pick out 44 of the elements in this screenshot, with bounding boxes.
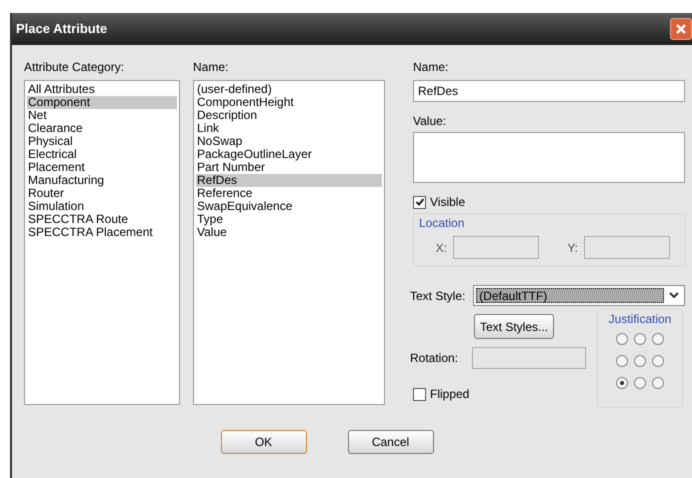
list-item[interactable]: Reference bbox=[196, 187, 382, 200]
dialog-button[interactable]: OK bbox=[220, 430, 306, 454]
list-item[interactable]: Placement bbox=[27, 161, 177, 174]
list-item[interactable]: Net bbox=[27, 109, 177, 122]
field-label: Rotation: bbox=[410, 350, 460, 367]
list-item[interactable]: Description bbox=[196, 109, 382, 122]
list-item[interactable]: Type bbox=[196, 213, 382, 226]
list-item[interactable]: Simulation bbox=[27, 200, 177, 213]
text-styles-button[interactable]: Text Styles... bbox=[474, 314, 554, 339]
field-label: Name: bbox=[413, 59, 450, 76]
list-item[interactable]: SwapEquivalence bbox=[196, 200, 382, 213]
list-label: Attribute Category: bbox=[24, 59, 126, 76]
list-item[interactable]: NoSwap bbox=[196, 135, 382, 148]
text-style-dropdown[interactable]: (DefaultTTF) bbox=[473, 285, 685, 306]
list-item[interactable]: Component bbox=[27, 96, 177, 109]
field-label: Value: bbox=[413, 113, 448, 130]
list-label: Name: bbox=[193, 59, 230, 76]
list-item[interactable]: (user-defined) bbox=[196, 83, 382, 96]
group-title: Justification bbox=[608, 311, 672, 328]
list-item[interactable]: PackageOutlineLayer bbox=[196, 148, 382, 161]
checkbox-label: Visible bbox=[430, 194, 466, 211]
list-item[interactable]: ComponentHeight bbox=[196, 96, 382, 109]
list-item[interactable]: Electrical bbox=[27, 148, 177, 161]
category-list[interactable]: All Attributes Component Net Clearance Physical Electrical Placement Manufacturing Router Simulation SPECCTRA Route SPECCTRA Placement bbox=[24, 80, 180, 405]
field-label: Y: bbox=[566, 240, 579, 256]
field-label: X: bbox=[434, 240, 448, 256]
name-field[interactable]: RefDes bbox=[413, 80, 685, 102]
window-title: Place Attribute bbox=[16, 20, 108, 38]
list-item[interactable]: SPECCTRA Route bbox=[27, 213, 177, 226]
list-item[interactable]: All Attributes bbox=[27, 83, 177, 96]
field-label: Text Style: bbox=[410, 288, 466, 304]
list-item[interactable]: RefDes bbox=[196, 174, 382, 187]
list-item[interactable]: Part Number bbox=[196, 161, 382, 174]
list-item[interactable]: Manufacturing bbox=[27, 174, 177, 187]
list-item[interactable]: Clearance bbox=[27, 122, 177, 135]
list-item[interactable]: Physical bbox=[27, 135, 177, 148]
list-item[interactable]: Link bbox=[196, 122, 382, 135]
list-item[interactable]: Value bbox=[196, 226, 382, 239]
list-item[interactable]: Router bbox=[27, 187, 177, 200]
list-item[interactable]: SPECCTRA Placement bbox=[27, 226, 177, 239]
dialog-button[interactable]: Cancel bbox=[348, 430, 434, 454]
name-list[interactable]: (user-defined) ComponentHeight Description Link NoSwap PackageOutlineLayer Part Number RefDes Reference SwapEquivalence Type Value bbox=[193, 80, 385, 405]
checkbox-label: Flipped bbox=[430, 386, 470, 403]
group-title: Location bbox=[419, 215, 466, 232]
